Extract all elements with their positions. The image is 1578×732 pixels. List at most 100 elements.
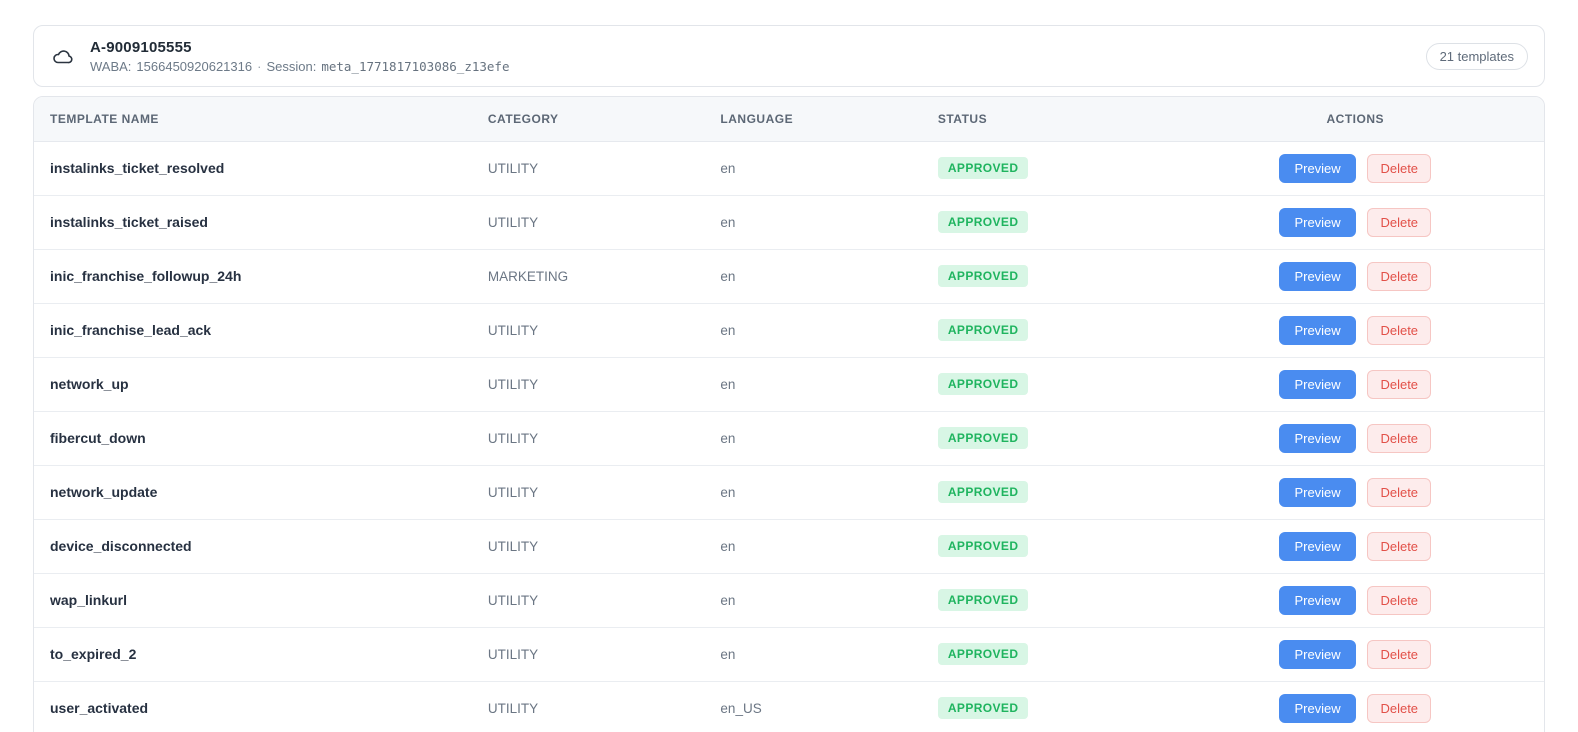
status-badge: APPROVED: [937, 589, 1029, 611]
status-badge: APPROVED: [937, 373, 1029, 395]
preview-button[interactable]: Preview: [1279, 585, 1356, 615]
template-name-cell: inic_franchise_lead_ack: [34, 303, 472, 358]
table-header-row: Template Name Category Language Status A…: [34, 97, 1544, 142]
preview-button[interactable]: Preview: [1279, 423, 1356, 453]
category-cell: UTILITY: [471, 411, 705, 466]
status-cell: APPROVED: [921, 627, 1167, 682]
column-header-actions: Actions: [1166, 97, 1544, 142]
table-body: instalinks_ticket_resolved UTILITY en AP…: [34, 141, 1544, 732]
table-row: wap_linkurl UTILITY en APPROVED Preview …: [34, 573, 1544, 628]
status-cell: APPROVED: [921, 249, 1167, 304]
meta-separator: ·: [257, 58, 262, 74]
delete-button[interactable]: Delete: [1367, 369, 1432, 399]
status-cell: APPROVED: [921, 195, 1167, 250]
status-badge: APPROVED: [937, 535, 1029, 557]
language-cell: en: [704, 519, 922, 574]
template-name-cell: to_expired_2: [34, 627, 472, 682]
table-row: device_disconnected UTILITY en APPROVED …: [34, 519, 1544, 574]
waba-value: 1566450920621316: [136, 58, 253, 74]
table-row: fibercut_down UTILITY en APPROVED Previe…: [34, 411, 1544, 466]
actions-cell: Preview Delete: [1166, 627, 1544, 682]
table-row: inic_franchise_lead_ack UTILITY en APPRO…: [34, 303, 1544, 358]
preview-button[interactable]: Preview: [1279, 693, 1356, 723]
actions-cell: Preview Delete: [1166, 303, 1544, 358]
table-row: instalinks_ticket_resolved UTILITY en AP…: [34, 141, 1544, 196]
category-cell: UTILITY: [471, 573, 705, 628]
status-cell: APPROVED: [921, 303, 1167, 358]
template-name-cell: fibercut_down: [34, 411, 472, 466]
table-row: user_activated UTILITY en_US APPROVED Pr…: [34, 681, 1544, 732]
language-cell: en: [704, 465, 922, 520]
delete-button[interactable]: Delete: [1367, 423, 1432, 453]
category-cell: UTILITY: [471, 141, 705, 196]
delete-button[interactable]: Delete: [1367, 693, 1432, 723]
preview-button[interactable]: Preview: [1279, 153, 1356, 183]
status-badge: APPROVED: [937, 265, 1029, 287]
language-cell: en_US: [704, 681, 922, 732]
language-cell: en: [704, 303, 922, 358]
actions-cell: Preview Delete: [1166, 681, 1544, 732]
status-badge: APPROVED: [937, 643, 1029, 665]
delete-button[interactable]: Delete: [1367, 315, 1432, 345]
language-cell: en: [704, 573, 922, 628]
category-cell: UTILITY: [471, 519, 705, 574]
language-cell: en: [704, 141, 922, 196]
column-header-language: Language: [704, 97, 922, 142]
template-name-cell: instalinks_ticket_resolved: [34, 141, 472, 196]
account-id: A-9009105555: [90, 38, 192, 56]
preview-button[interactable]: Preview: [1279, 261, 1356, 291]
delete-button[interactable]: Delete: [1367, 261, 1432, 291]
status-badge: APPROVED: [937, 481, 1029, 503]
preview-button[interactable]: Preview: [1279, 369, 1356, 399]
status-badge: APPROVED: [937, 319, 1029, 341]
language-cell: en: [704, 195, 922, 250]
template-name-cell: network_up: [34, 357, 472, 412]
status-cell: APPROVED: [921, 141, 1167, 196]
category-cell: UTILITY: [471, 357, 705, 412]
language-cell: en: [704, 249, 922, 304]
table-row: inic_franchise_followup_24h MARKETING en…: [34, 249, 1544, 304]
preview-button[interactable]: Preview: [1279, 477, 1356, 507]
cloud-icon: [50, 43, 76, 69]
category-cell: UTILITY: [471, 627, 705, 682]
template-name-cell: instalinks_ticket_raised: [34, 195, 472, 250]
category-cell: UTILITY: [471, 681, 705, 732]
delete-button[interactable]: Delete: [1367, 531, 1432, 561]
preview-button[interactable]: Preview: [1279, 639, 1356, 669]
status-cell: APPROVED: [921, 519, 1167, 574]
preview-button[interactable]: Preview: [1279, 207, 1356, 237]
delete-button[interactable]: Delete: [1367, 585, 1432, 615]
page: A-9009105555 WABA: 1566450920621316 · Se…: [0, 0, 1578, 732]
preview-button[interactable]: Preview: [1279, 315, 1356, 345]
table-row: network_update UTILITY en APPROVED Previ…: [34, 465, 1544, 520]
column-header-status: Status: [921, 97, 1167, 142]
status-badge: APPROVED: [937, 427, 1029, 449]
delete-button[interactable]: Delete: [1367, 207, 1432, 237]
delete-button[interactable]: Delete: [1367, 639, 1432, 669]
category-cell: UTILITY: [471, 195, 705, 250]
delete-button[interactable]: Delete: [1367, 477, 1432, 507]
account-title-block: A-9009105555 WABA: 1566450920621316 · Se…: [90, 39, 509, 74]
status-badge: APPROVED: [937, 157, 1029, 179]
column-header-template-name: Template Name: [34, 97, 472, 142]
delete-button[interactable]: Delete: [1367, 153, 1432, 183]
template-name-cell: wap_linkurl: [34, 573, 472, 628]
preview-button[interactable]: Preview: [1279, 531, 1356, 561]
session-label: Session:: [266, 58, 317, 74]
table-row: instalinks_ticket_raised UTILITY en APPR…: [34, 195, 1544, 250]
templates-table: Template Name Category Language Status A…: [34, 97, 1544, 732]
template-name-cell: user_activated: [34, 681, 472, 732]
actions-cell: Preview Delete: [1166, 357, 1544, 412]
table-row: network_up UTILITY en APPROVED Preview D…: [34, 357, 1544, 412]
templates-table-card: Template Name Category Language Status A…: [33, 96, 1545, 732]
account-meta: WABA: 1566450920621316 · Session: meta_1…: [90, 59, 509, 74]
language-cell: en: [704, 357, 922, 412]
category-cell: MARKETING: [471, 249, 705, 304]
status-cell: APPROVED: [921, 357, 1167, 412]
actions-cell: Preview Delete: [1166, 195, 1544, 250]
templates-count-badge: 21 templates: [1425, 42, 1528, 70]
category-cell: UTILITY: [471, 465, 705, 520]
waba-label: WABA:: [90, 58, 132, 74]
language-cell: en: [704, 627, 922, 682]
actions-cell: Preview Delete: [1166, 141, 1544, 196]
